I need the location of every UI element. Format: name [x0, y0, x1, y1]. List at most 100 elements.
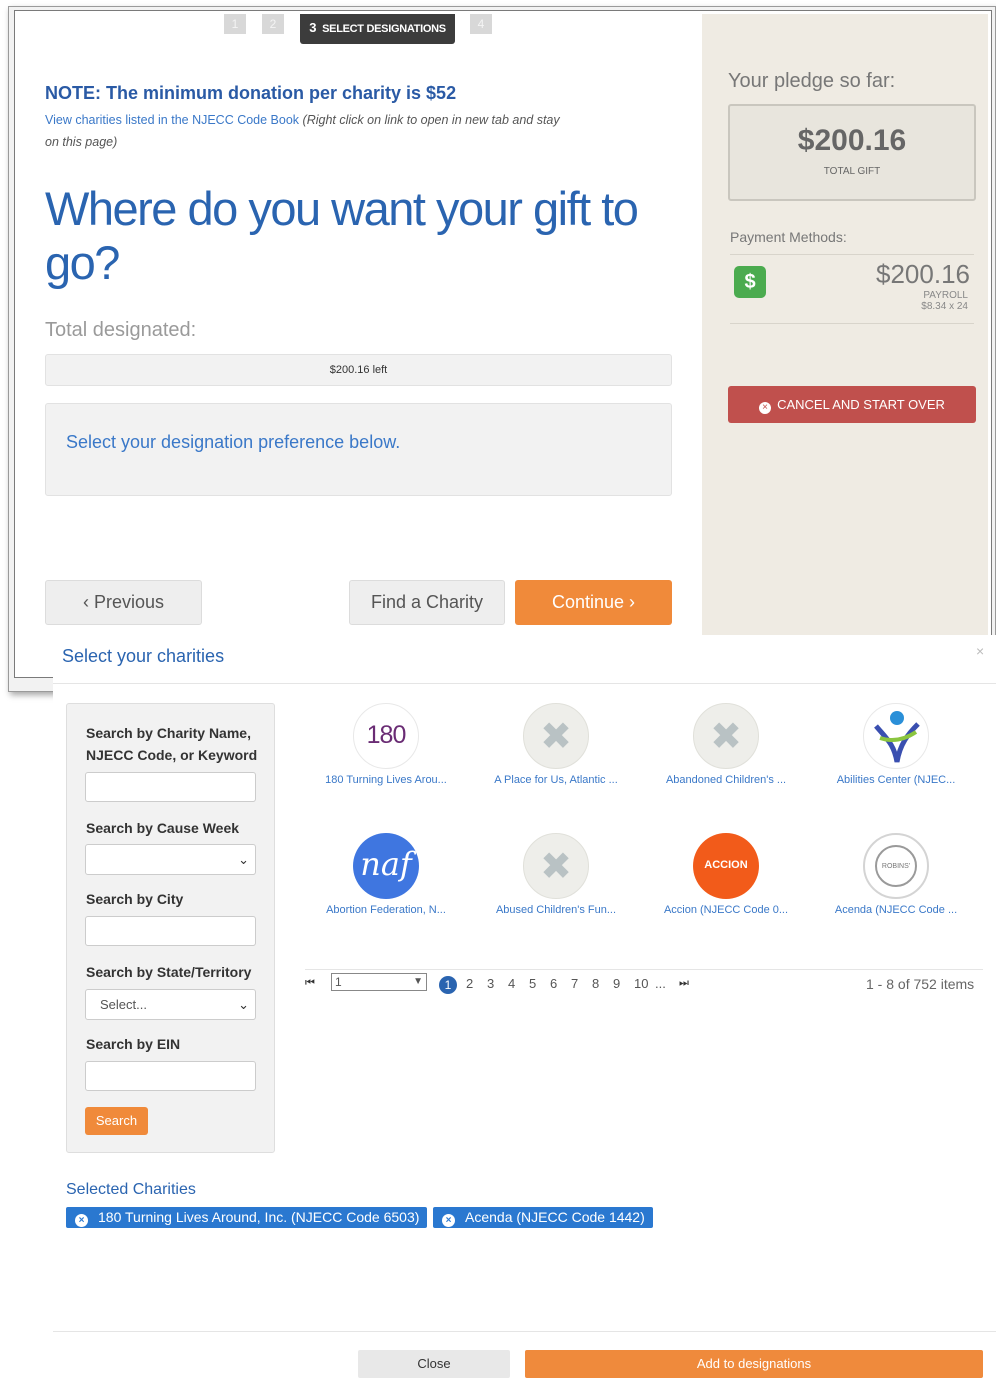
state-select[interactable]: Select... ⌄: [85, 989, 256, 1020]
state-select-value: Select...: [100, 997, 147, 1012]
total-gift-box: $200.16 TOTAL GIFT: [728, 104, 976, 201]
city-label: Search by City: [86, 891, 184, 907]
remove-icon[interactable]: ×: [442, 1214, 455, 1227]
step-3-tab-active[interactable]: 3 SELECT DESIGNATIONS: [300, 14, 455, 44]
njecc-code-book-link[interactable]: View charities listed in the NJECC Code …: [45, 113, 299, 127]
search-button[interactable]: Search: [85, 1107, 148, 1135]
remove-icon[interactable]: ×: [75, 1214, 88, 1227]
modal-title: Select your charities: [62, 646, 225, 666]
chevron-down-icon: ⌄: [238, 997, 249, 1012]
name-search-label: Search by Charity Name, NJECC Code, or K…: [86, 725, 258, 763]
step-4-tab[interactable]: 4: [470, 14, 492, 34]
previous-button[interactable]: ‹ Previous: [45, 580, 202, 625]
minimum-donation-note: NOTE: The minimum donation per charity i…: [45, 83, 457, 103]
page-link[interactable]: 2: [466, 976, 473, 991]
selected-charity-label: 180 Turning Lives Around, Inc. (NJECC Co…: [98, 1209, 420, 1225]
screen: 1 2 3 SELECT DESIGNATIONS 4 NOTE: The min…: [0, 0, 996, 1393]
charity-name[interactable]: Abandoned Children's ...: [646, 774, 806, 786]
divider: [305, 969, 983, 970]
city-input[interactable]: [85, 916, 256, 946]
preference-text: Select your designation preference below…: [66, 432, 401, 452]
page-link[interactable]: 9: [613, 976, 620, 991]
ribbon-icon: ✖: [693, 703, 759, 769]
payment-methods-label: Payment Methods:: [730, 229, 847, 245]
logo-text: ROBINS' NEST: [875, 845, 917, 887]
logo-text: ACCION: [704, 859, 748, 871]
divider: [730, 323, 974, 324]
ein-input[interactable]: [85, 1061, 256, 1091]
payment-amount: $200.16: [876, 259, 970, 289]
add-to-designations-button[interactable]: Add to designations: [525, 1350, 983, 1378]
chevron-left-icon: ‹: [82, 592, 89, 612]
step-3-label: SELECT DESIGNATIONS: [322, 23, 446, 35]
charity-card[interactable]: ✖ Abused Children's Fun...: [476, 833, 636, 916]
step-2-tab[interactable]: 2: [262, 14, 284, 34]
find-charity-button[interactable]: Find a Charity: [349, 580, 505, 625]
selected-charities-title: Selected Charities: [66, 1181, 196, 1198]
total-designated-label: Total designated:: [45, 319, 197, 341]
close-button[interactable]: Close: [358, 1350, 510, 1378]
page-select[interactable]: 1 ▼: [331, 973, 427, 991]
ein-label: Search by EIN: [86, 1036, 181, 1052]
charity-card[interactable]: 180 180 Turning Lives Arou...: [306, 703, 466, 786]
last-page-icon[interactable]: ⏭: [679, 977, 689, 990]
first-page-icon[interactable]: ⏮: [305, 977, 315, 990]
selected-charity-tag[interactable]: × Acenda (NJECC Code 1442): [433, 1207, 653, 1228]
payment-type: PAYROLL: [923, 290, 968, 301]
page-link[interactable]: 5: [529, 976, 536, 991]
page-1-active[interactable]: 1: [439, 976, 457, 994]
charity-name[interactable]: Acenda (NJECC Code ...: [816, 904, 976, 916]
designation-preference-box: Select your designation preference below…: [45, 403, 672, 496]
select-charities-modal: Select your charities × Search by Charit…: [53, 635, 996, 1393]
designation-progress-bar: $200.16 left: [45, 354, 672, 386]
more-pages[interactable]: ...: [655, 976, 666, 991]
selected-charity-tag[interactable]: × 180 Turning Lives Around, Inc. (NJECC C…: [66, 1207, 428, 1228]
page-title: Where do you want your gift to go?: [45, 182, 639, 289]
pagination-info: 1 - 8 of 752 items: [866, 976, 975, 992]
cause-week-select[interactable]: ⌄: [85, 844, 256, 875]
chevron-down-icon: ▼: [413, 976, 423, 987]
abilities-logo: [863, 703, 929, 769]
ribbon-icon: ✖: [523, 833, 589, 899]
charity-card[interactable]: naf Abortion Federation, N...: [306, 833, 466, 916]
pledge-title: Your pledge so far:: [728, 70, 896, 92]
cancel-label: CANCEL AND START OVER: [777, 397, 945, 412]
continue-button[interactable]: Continue ›: [515, 580, 672, 625]
logo-text: 180: [366, 721, 407, 749]
name-search-input[interactable]: [85, 772, 256, 802]
page-link[interactable]: 3: [487, 976, 494, 991]
charity-card[interactable]: Abilities Center (NJEC...: [816, 703, 976, 786]
charity-card[interactable]: ACCION Accion (NJECC Code 0...: [646, 833, 806, 916]
continue-label: Continue: [551, 592, 625, 612]
chevron-right-icon: ›: [629, 592, 636, 612]
charity-card[interactable]: ✖ A Place for Us, Atlantic ...: [476, 703, 636, 786]
cancel-start-over-button[interactable]: × CANCEL AND START OVER: [728, 386, 976, 423]
charity-name[interactable]: Abused Children's Fun...: [476, 904, 636, 916]
divider: [53, 1331, 996, 1332]
charity-name[interactable]: Abortion Federation, N...: [306, 904, 466, 916]
close-icon[interactable]: ×: [976, 643, 984, 659]
page-link[interactable]: 8: [592, 976, 599, 991]
total-gift-label: TOTAL GIFT: [823, 166, 881, 177]
page-link[interactable]: 6: [550, 976, 557, 991]
chevron-down-icon: ⌄: [238, 852, 249, 867]
charity-name[interactable]: Abilities Center (NJEC...: [816, 774, 976, 786]
total-gift-amount: $200.16: [797, 124, 907, 157]
step-1-tab[interactable]: 1: [224, 14, 246, 34]
page-link[interactable]: 7: [571, 976, 578, 991]
page-link[interactable]: 4: [508, 976, 515, 991]
page-select-value: 1: [335, 975, 342, 989]
dollar-icon: $: [734, 266, 766, 298]
logo-text: naf: [360, 845, 412, 883]
charity-card[interactable]: ✖ Abandoned Children's ...: [646, 703, 806, 786]
payment-detail: $8.34 x 24: [921, 301, 968, 312]
divider: [730, 254, 974, 255]
naf-logo: naf: [353, 833, 419, 899]
page-link[interactable]: 10: [634, 976, 648, 991]
charity-name[interactable]: A Place for Us, Atlantic ...: [476, 774, 636, 786]
charity-name[interactable]: 180 Turning Lives Arou...: [306, 774, 466, 786]
charity-card[interactable]: ROBINS' NEST Acenda (NJECC Code ...: [816, 833, 976, 916]
charity-name[interactable]: Accion (NJECC Code 0...: [646, 904, 806, 916]
divider: [53, 683, 996, 684]
robins-nest-logo: ROBINS' NEST: [863, 833, 929, 899]
